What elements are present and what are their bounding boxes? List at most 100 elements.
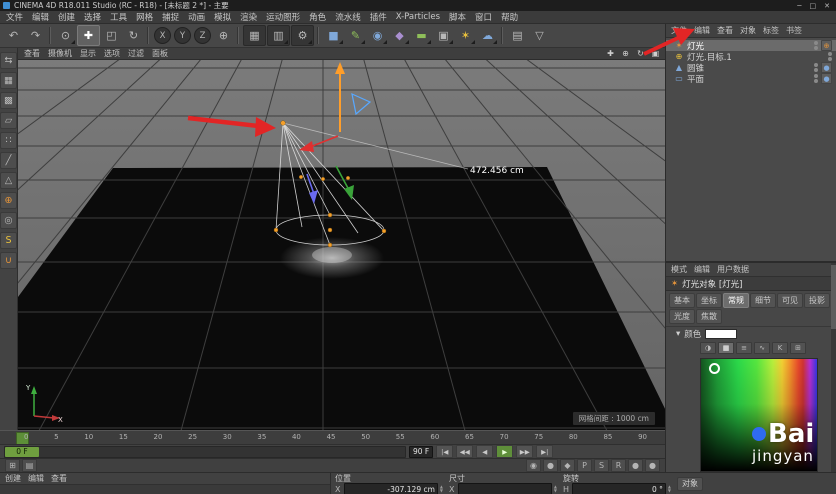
timeline-ruler[interactable]: 05 10 15 20 25 30 35 40 45 50 55 60 65 70 75 80… [0,430,665,446]
record-position-toggle[interactable]: P [577,459,592,472]
menu-mesh[interactable]: 网格 [136,11,153,23]
make-editable-icon[interactable]: ⇆ [0,52,17,69]
visibility-dots[interactable] [814,63,818,72]
rgb-mode-icon[interactable]: ≡ [736,342,752,354]
vp-menu-options[interactable]: 选项 [104,48,120,59]
vp-menu-panel[interactable]: 面板 [152,48,168,59]
lock-y-button[interactable]: Y [174,27,191,44]
rotation-h-field[interactable]: 0 ° [572,483,666,494]
menu-window[interactable]: 窗口 [475,11,492,23]
swatches-mode-icon[interactable]: ⊞ [790,342,806,354]
menu-edit[interactable]: 编辑 [32,11,49,23]
om-menu-edit[interactable]: 编辑 [694,25,710,36]
om-menu-objects[interactable]: 对象 [740,25,756,36]
am-menu-userdata[interactable]: 用户数据 [717,264,749,275]
mat-menu-create[interactable]: 创建 [5,473,21,484]
phong-tag-icon[interactable]: ● [821,73,832,84]
maximize-button[interactable]: □ [810,2,817,10]
play-button[interactable]: ▶ [496,445,514,458]
edges-mode-icon[interactable]: ╱ [0,152,17,169]
lock-z-button[interactable]: Z [194,27,211,44]
autokey-toggle[interactable]: ● [543,459,558,472]
render-view-icon[interactable]: ▦ [243,25,266,46]
environment-icon[interactable]: ☁ [477,26,498,45]
record-keyframe-button[interactable]: ◉ [526,459,541,472]
mat-menu-view[interactable]: 查看 [51,473,67,484]
lock-x-button[interactable]: X [154,27,171,44]
stepper-arrows[interactable]: ▲ ▼ [440,485,443,493]
vp-menu-view[interactable]: 查看 [24,48,40,59]
move-tool-icon[interactable]: ✚ [77,25,100,46]
subdivision-surface-icon[interactable]: ◉ [367,26,388,45]
om-menu-bookmarks[interactable]: 书签 [786,25,802,36]
menu-snap[interactable]: 捕捉 [162,11,179,23]
rotate-view-icon[interactable]: ↻ [634,49,647,59]
menu-create[interactable]: 创建 [58,11,75,23]
color-swatch[interactable] [705,329,738,339]
timeline-options-icon[interactable]: ⊞ [5,459,20,472]
points-mode-icon[interactable]: ∷ [0,132,17,149]
tab-visibility[interactable]: 可见 [777,293,803,308]
spline-pen-icon[interactable]: ✎ [345,26,366,45]
timeline-slider[interactable]: 0 F [4,445,406,458]
am-menu-edit[interactable]: 编辑 [694,264,710,275]
tab-basic[interactable]: 基本 [669,293,695,308]
tab-caustics[interactable]: 焦散 [696,309,722,324]
target-tag-icon[interactable]: ⊕ [821,40,832,51]
timeline-slider-handle[interactable]: 0 F [5,446,39,457]
light-icon[interactable]: ✶ [455,26,476,45]
menu-file[interactable]: 文件 [6,11,23,23]
toggle-view-icon[interactable]: ▣ [649,49,662,59]
record-rotation-toggle[interactable]: R [611,459,626,472]
om-menu-tags[interactable]: 标签 [763,25,779,36]
size-x-field[interactable] [458,483,552,494]
object-row-light-target[interactable]: ⊕ 灯光.目标.1 [666,51,836,63]
record-scale-toggle[interactable]: S [594,459,609,472]
coordinate-mode-dropdown[interactable]: 对象 [677,476,703,491]
goto-start-button[interactable]: |◀ [436,445,454,458]
record-pla-toggle[interactable]: ● [645,459,660,472]
am-menu-mode[interactable]: 模式 [671,264,687,275]
position-x-field[interactable]: -307.129 cm [344,483,438,494]
object-row-light[interactable]: ✶ 灯光 ⊕ [666,40,836,52]
menu-tools[interactable]: 工具 [110,11,127,23]
enable-axis-icon[interactable]: ⊕ [0,192,17,209]
generators-icon[interactable]: ◆ [389,26,410,45]
expand-triangle-icon[interactable]: ▾ [676,329,680,339]
close-button[interactable]: ✕ [824,2,830,10]
pan-view-icon[interactable]: ✚ [604,49,617,59]
minimize-button[interactable]: ─ [797,2,801,10]
model-mode-icon[interactable]: ▦ [0,72,17,89]
wheel-mode-icon[interactable]: ◑ [700,342,716,354]
menu-animate[interactable]: 动画 [188,11,205,23]
visibility-dots[interactable] [828,52,832,61]
tab-details[interactable]: 细节 [750,293,776,308]
vp-menu-camera[interactable]: 摄像机 [48,48,72,59]
prev-key-button[interactable]: ◀◀ [456,445,474,458]
workplane-mode-icon[interactable]: ▱ [0,112,17,129]
hsv-mode-icon[interactable]: ∿ [754,342,770,354]
magnet-snap-icon[interactable]: ∪ [0,252,17,269]
polygons-mode-icon[interactable]: △ [0,172,17,189]
om-menu-file[interactable]: 文件 [671,25,687,36]
material-list-area[interactable] [0,485,330,494]
spectrum-mode-icon[interactable]: ▦ [718,342,734,354]
color-picker-marker[interactable] [709,363,720,374]
live-selection-icon[interactable]: ⊙ [55,26,76,45]
tab-general[interactable]: 常规 [723,293,749,308]
vp-menu-filter[interactable]: 过滤 [128,48,144,59]
visibility-dots[interactable] [814,74,818,83]
rotate-tool-icon[interactable]: ↻ [123,26,144,45]
timeline-view-icon[interactable]: ▤ [22,459,37,472]
scale-tool-icon[interactable]: ◰ [101,26,122,45]
render-picture-viewer-icon[interactable]: ▥ [267,25,290,46]
viewport-canvas[interactable]: 472.456 cm Y X [18,60,665,430]
prev-frame-button[interactable]: ◀ [476,445,494,458]
end-frame-field[interactable]: 90 F [409,445,434,458]
tab-coordinates[interactable]: 坐标 [696,293,722,308]
tab-shadow[interactable]: 投影 [804,293,830,308]
menu-help[interactable]: 帮助 [501,11,518,23]
menu-xparticles[interactable]: X-Particles [396,12,440,22]
viewport-solo-icon[interactable]: ◎ [0,212,17,229]
render-settings-icon[interactable]: ⚙ [291,25,314,46]
